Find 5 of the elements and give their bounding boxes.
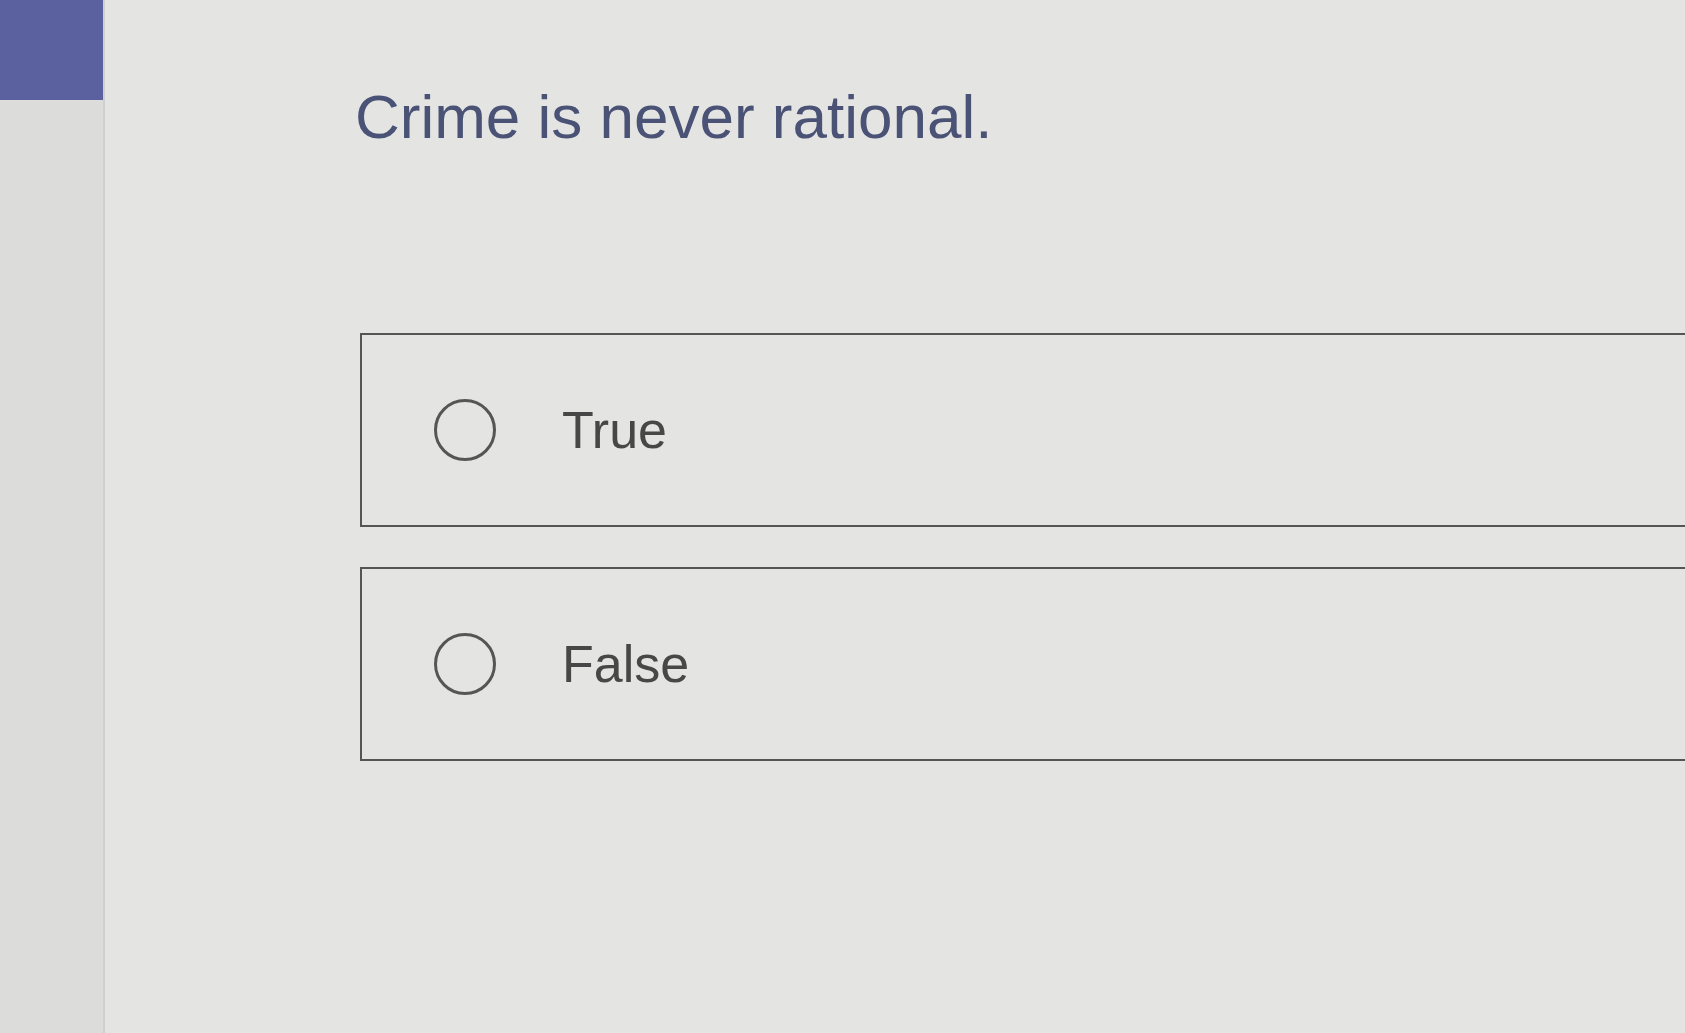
radio-button[interactable] xyxy=(434,633,496,696)
question-text: Crime is never rational. xyxy=(355,81,993,153)
answer-option[interactable]: False xyxy=(360,567,1685,762)
radio-button[interactable] xyxy=(434,399,496,462)
answer-option[interactable]: True xyxy=(360,333,1685,528)
